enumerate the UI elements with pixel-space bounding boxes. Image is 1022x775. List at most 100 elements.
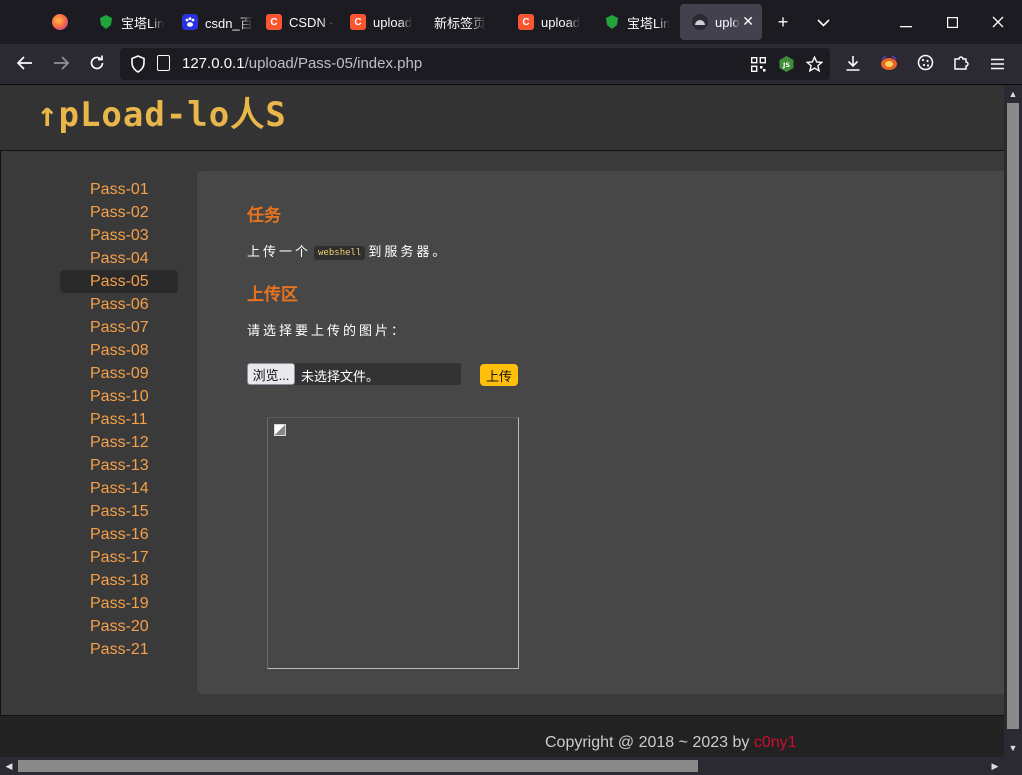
menu-item-pass-08[interactable]: Pass-08 (60, 339, 178, 362)
file-input[interactable]: 浏览... 未选择文件。 (247, 363, 461, 385)
list-tabs-button[interactable] (809, 8, 837, 36)
download-icon (845, 55, 861, 76)
vertical-scroll-thumb[interactable] (1007, 103, 1019, 729)
task-prefix: 上传一个 (247, 244, 312, 259)
upload-icon (692, 14, 708, 30)
firefox-view-icon (52, 14, 68, 30)
forward-button[interactable] (46, 50, 76, 80)
tab-new-tab[interactable]: 新标签页 (422, 4, 506, 40)
arrow-right-icon (53, 55, 70, 75)
menu-item-pass-21[interactable]: Pass-21 (60, 638, 178, 661)
scrollbar-corner (1004, 757, 1022, 775)
menu-item-pass-07[interactable]: Pass-07 (60, 316, 178, 339)
scroll-left-icon[interactable]: ◀ (0, 757, 18, 775)
extensions-button[interactable] (946, 50, 976, 80)
new-tab-button[interactable]: + (769, 8, 797, 36)
menu-item-pass-01[interactable]: Pass-01 (60, 178, 178, 201)
select-prompt: 请选择要上传的图片： (247, 323, 408, 338)
no-file-label: 未选择文件。 (301, 369, 380, 384)
back-button[interactable] (10, 50, 40, 80)
page-footer: Copyright @ 2018 ~ 2023 by c0ny1 (0, 715, 1004, 757)
tab-csdn[interactable]: C CSDN - (254, 4, 338, 40)
shield-icon[interactable] (130, 55, 148, 73)
url-path: /upload/Pass-05/index.php (244, 55, 423, 72)
menu-item-pass-14[interactable]: Pass-14 (60, 477, 178, 500)
arrow-left-icon (16, 55, 33, 75)
menu-item-pass-02[interactable]: Pass-02 (60, 201, 178, 224)
qr-code-icon[interactable] (748, 54, 768, 74)
baota-icon (98, 14, 114, 30)
footer-author-link[interactable]: c0ny1 (754, 734, 797, 751)
task-suffix: 到服务器。 (368, 244, 449, 259)
extension-button[interactable] (874, 50, 904, 80)
svg-text:JS: JS (781, 61, 789, 69)
page-viewport: ↑pLoad-lo人S Pass-01 Pass-02 Pass-03 Pass… (0, 85, 1004, 757)
tab-baota-1[interactable]: 宝塔Lin (86, 4, 168, 40)
tab-bar: 宝塔Lin csdn_百 C CSDN - C upload 新标签页 C up… (0, 0, 1022, 44)
tab-baota-2[interactable]: 宝塔Lin (592, 4, 678, 40)
minimize-button[interactable] (892, 8, 920, 36)
pass-menu: Pass-01 Pass-02 Pass-03 Pass-04 Pass-05 … (60, 178, 178, 661)
bookmark-star-icon[interactable] (804, 54, 824, 74)
hamburger-menu-icon (990, 55, 1005, 75)
menu-item-pass-13[interactable]: Pass-13 (60, 454, 178, 477)
site-logo[interactable]: ↑pLoad-lo人S (37, 95, 287, 135)
horizontal-scrollbar[interactable]: ◀ ▶ (0, 757, 1004, 775)
scroll-down-icon[interactable]: ▼ (1004, 739, 1022, 757)
menu-item-pass-15[interactable]: Pass-15 (60, 500, 178, 523)
navigation-toolbar: 127.0.0.1/upload/Pass-05/index.php JS (0, 44, 1022, 85)
image-preview (267, 417, 519, 669)
menu-item-pass-20[interactable]: Pass-20 (60, 615, 178, 638)
tab-upload-active[interactable]: uplo ✕ (680, 4, 762, 40)
url-text[interactable]: 127.0.0.1/upload/Pass-05/index.php (182, 55, 422, 72)
menu-item-pass-16[interactable]: Pass-16 (60, 523, 178, 546)
window-close-button[interactable] (984, 8, 1012, 36)
menu-item-pass-18[interactable]: Pass-18 (60, 569, 178, 592)
vertical-scrollbar[interactable]: ▲ ▼ (1004, 85, 1022, 757)
menu-item-pass-06[interactable]: Pass-06 (60, 293, 178, 316)
menu-item-pass-19[interactable]: Pass-19 (60, 592, 178, 615)
horizontal-scroll-thumb[interactable] (18, 760, 698, 772)
menu-button[interactable] (982, 50, 1012, 80)
cookie-extension-button[interactable] (910, 50, 940, 80)
tab-upload-2[interactable]: C upload (506, 4, 592, 40)
hackbar-icon (880, 54, 898, 76)
upload-area-title: 上传区 (247, 285, 298, 304)
downloads-button[interactable] (838, 50, 868, 80)
tab-title: csdn_百 (205, 15, 253, 31)
chevron-down-icon (816, 15, 830, 30)
maximize-icon (946, 12, 958, 33)
browse-button[interactable]: 浏览... (247, 363, 295, 385)
menu-item-pass-03[interactable]: Pass-03 (60, 224, 178, 247)
baota-icon (604, 14, 620, 30)
tab-title: 新标签页 (434, 15, 487, 31)
tab-title: upload (541, 14, 581, 30)
scroll-up-icon[interactable]: ▲ (1004, 85, 1022, 103)
menu-item-pass-12[interactable]: Pass-12 (60, 431, 178, 454)
close-icon[interactable]: ✕ (742, 13, 754, 30)
plus-icon: + (777, 11, 789, 32)
content-panel: 任务 上传一个 webshell 到服务器。 上传区 请选择要上传的图片： 浏览..… (197, 171, 1004, 694)
tab-firefox-view[interactable] (40, 4, 84, 40)
menu-item-pass-09[interactable]: Pass-09 (60, 362, 178, 385)
tab-upload-1[interactable]: C upload (338, 4, 422, 40)
url-bar[interactable]: 127.0.0.1/upload/Pass-05/index.php JS (120, 48, 830, 80)
menu-item-pass-10[interactable]: Pass-10 (60, 385, 178, 408)
task-title: 任务 (247, 206, 281, 225)
menu-item-pass-17[interactable]: Pass-17 (60, 546, 178, 569)
reload-button[interactable] (82, 50, 112, 80)
tab-title: upload (373, 14, 413, 30)
tab-baidu[interactable]: csdn_百 (170, 4, 254, 40)
upload-button[interactable]: 上传 (480, 364, 519, 386)
page-header: ↑pLoad-lo人S (0, 85, 1004, 151)
close-icon (992, 12, 1004, 33)
puzzle-icon (953, 54, 970, 76)
scroll-right-icon[interactable]: ▶ (986, 757, 1004, 775)
page-icon[interactable] (157, 55, 170, 71)
menu-item-pass-04[interactable]: Pass-04 (60, 247, 178, 270)
maximize-button[interactable] (938, 8, 966, 36)
menu-item-pass-05[interactable]: Pass-05 (60, 270, 178, 293)
nodejs-icon[interactable]: JS (776, 54, 796, 74)
task-code: webshell (314, 246, 366, 260)
menu-item-pass-11[interactable]: Pass-11 (60, 408, 178, 431)
